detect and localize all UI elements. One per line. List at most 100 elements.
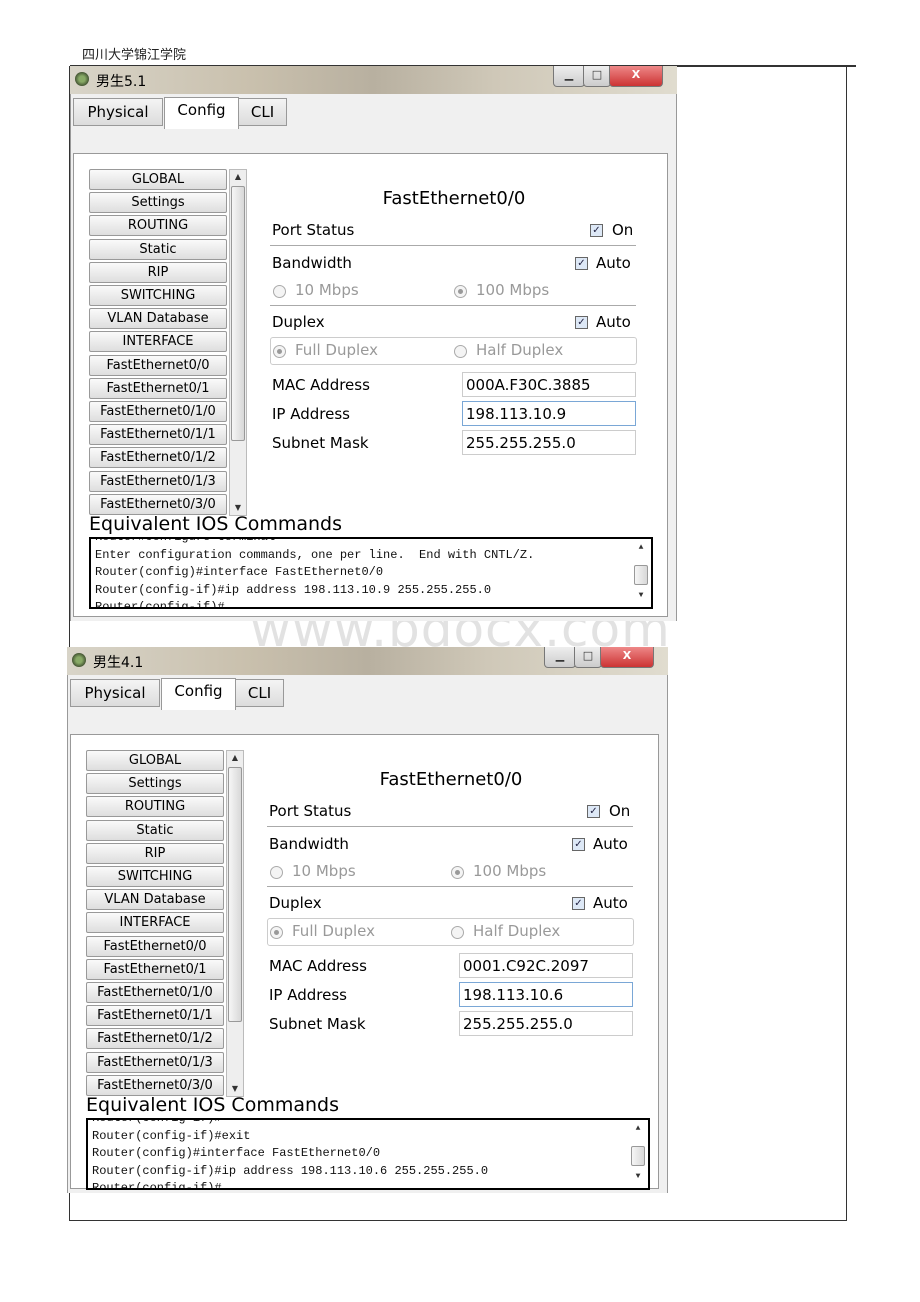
duplex-label: Duplex [272,313,325,331]
close-button[interactable]: X [609,66,663,87]
nav-scrollbar[interactable]: ▲ ▼ [229,169,247,516]
bandwidth-radio-100-mbps[interactable] [454,285,467,298]
nav-item-interface[interactable]: INTERFACE [86,912,224,934]
duplex-check-label: Auto [593,894,628,912]
bandwidth-radio-10-mbps[interactable] [273,285,286,298]
maximize-button[interactable]: □ [583,66,611,87]
nav-scrollbar[interactable]: ▲ ▼ [226,750,244,1097]
scroll-down-icon[interactable]: ▼ [633,589,649,603]
nav-item-fastethernet0-1-1[interactable]: FastEthernet0/1/1 [86,1005,224,1027]
bandwidth-option-label: 10 Mbps [292,862,356,880]
duplex-radio-half-duplex[interactable] [451,926,464,939]
duplex-radio-full-duplex[interactable] [273,345,286,358]
router-window-1: 男生5.1 ▁ □ X Physical Config CLI GLOBAL Settings R… [70,66,677,621]
scroll-thumb[interactable] [634,565,648,585]
scroll-thumb[interactable] [228,767,242,1022]
console-line: Router(config-if)#exit [92,1128,251,1143]
scroll-thumb[interactable] [231,186,245,441]
mac-address-input[interactable]: 0001.C92C.2097 [459,953,633,978]
nav-item-fastethernet0-1-3[interactable]: FastEthernet0/1/3 [86,1051,224,1073]
nav-item-fastethernet0-1[interactable]: FastEthernet0/1 [89,377,227,399]
nav-item-vlan-database[interactable]: VLAN Database [89,308,227,330]
bandwidth-checkbox[interactable]: ✓ [575,257,588,270]
nav-item-fastethernet0-1[interactable]: FastEthernet0/1 [86,958,224,980]
nav-item-fastethernet0-1-0[interactable]: FastEthernet0/1/0 [86,982,224,1003]
nav-item-fastethernet0-1-1[interactable]: FastEthernet0/1/1 [89,424,227,446]
bandwidth-check-label: Auto [596,254,631,272]
divider [267,826,633,827]
interface-title: FastEthernet0/0 [382,188,526,209]
nav-item-switching[interactable]: SWITCHING [89,285,227,306]
nav-item-static[interactable]: Static [86,819,224,841]
console-line: Router(config)#interface FastEthernet0/0 [95,565,384,579]
close-button[interactable]: X [600,647,654,668]
console-line: Enter configuration commands, one per li… [95,547,535,562]
scroll-up-icon[interactable]: ▲ [227,751,243,765]
bandwidth-radio-100-mbps[interactable] [451,866,464,879]
console-line: Router(config-if)#ip address 198.113.10.… [92,1163,489,1178]
bandwidth-checkbox[interactable]: ✓ [572,838,585,851]
scroll-up-icon[interactable]: ▲ [230,170,246,184]
console-line: Router(config-if)# [92,1118,222,1125]
port-status-checkbox[interactable]: ✓ [587,805,600,818]
bandwidth-radio-10-mbps[interactable] [270,866,283,879]
nav-item-settings[interactable]: Settings [86,773,224,795]
console-line: Router(config-if)# [92,1181,222,1190]
duplex-radio-full-duplex[interactable] [270,926,283,939]
tab-physical[interactable]: Physical [70,679,160,707]
tab-config[interactable]: Config [161,678,236,710]
nav-item-rip[interactable]: RIP [89,261,227,283]
nav-item-fastethernet0-1-0[interactable]: FastEthernet0/1/0 [89,401,227,422]
ios-commands-console[interactable]: Router#configure terminal Enter configura… [89,537,653,609]
nav-item-routing[interactable]: ROUTING [89,215,227,237]
nav-item-vlan-database[interactable]: VLAN Database [86,889,224,911]
nav-item-fastethernet0-1-2[interactable]: FastEthernet0/1/2 [89,447,227,469]
scroll-up-icon[interactable]: ▲ [633,541,649,555]
ip-address-label: IP Address [269,986,347,1004]
nav-item-global[interactable]: GLOBAL [89,169,227,190]
nav-item-switching[interactable]: SWITCHING [86,866,224,887]
subnet-mask-input[interactable]: 255.255.255.0 [459,1011,633,1036]
duplex-checkbox[interactable]: ✓ [572,897,585,910]
minimize-button[interactable]: ▁ [544,647,576,668]
scroll-down-icon[interactable]: ▼ [630,1170,646,1184]
scroll-up-icon[interactable]: ▲ [630,1122,646,1136]
header-school-name: 四川大学锦江学院 [82,48,187,63]
nav-item-fastethernet0-1-2[interactable]: FastEthernet0/1/2 [86,1028,224,1050]
interface-settings: FastEthernet0/0 Port Status ✓ On Bandwidth ✓ A… [267,735,635,1095]
nav-item-fastethernet0-1-3[interactable]: FastEthernet0/1/3 [89,470,227,492]
mac-address-input[interactable]: 000A.F30C.3885 [462,372,636,397]
tab-cli[interactable]: CLI [238,98,287,126]
nav-item-routing[interactable]: ROUTING [86,796,224,818]
ios-commands-title: Equivalent IOS Commands [86,1094,339,1116]
tab-physical[interactable]: Physical [73,98,163,126]
nav-item-static[interactable]: Static [89,238,227,260]
minimize-button[interactable]: ▁ [553,66,585,87]
ios-commands-console[interactable]: Router(config-if)# Router(config-if)#exit… [86,1118,650,1190]
port-status-checkbox[interactable]: ✓ [590,224,603,237]
nav-item-interface[interactable]: INTERFACE [89,331,227,353]
nav-item-rip[interactable]: RIP [86,842,224,864]
console-scrollbar[interactable]: ▲ ▼ [630,1122,646,1184]
nav-item-fastethernet0-3-0[interactable]: FastEthernet0/3/0 [86,1074,224,1096]
nav-item-fastethernet0-0[interactable]: FastEthernet0/0 [89,354,227,376]
ip-address-input[interactable]: 198.113.10.6 [459,982,633,1007]
subnet-mask-input[interactable]: 255.255.255.0 [462,430,636,455]
nav-item-settings[interactable]: Settings [89,192,227,214]
title-bar[interactable]: 男生4.1 ▁ □ X [67,647,668,675]
tab-cli[interactable]: CLI [235,679,284,707]
document-page: 四川大学锦江学院 www.bdocx.com 男生5.1 ▁ □ X Physical C… [0,0,920,1302]
ip-address-input[interactable]: 198.113.10.9 [462,401,636,426]
window-body: Physical Config CLI GLOBAL Settings ROUTING St… [70,94,677,621]
nav-item-fastethernet0-0[interactable]: FastEthernet0/0 [86,935,224,957]
nav-item-global[interactable]: GLOBAL [86,750,224,771]
bandwidth-label: Bandwidth [272,254,352,272]
duplex-radio-half-duplex[interactable] [454,345,467,358]
tab-config[interactable]: Config [164,97,239,129]
maximize-button[interactable]: □ [574,647,602,668]
console-scrollbar[interactable]: ▲ ▼ [633,541,649,603]
title-bar[interactable]: 男生5.1 ▁ □ X [70,66,677,94]
duplex-checkbox[interactable]: ✓ [575,316,588,329]
scroll-thumb[interactable] [631,1146,645,1166]
nav-item-fastethernet0-3-0[interactable]: FastEthernet0/3/0 [89,493,227,515]
